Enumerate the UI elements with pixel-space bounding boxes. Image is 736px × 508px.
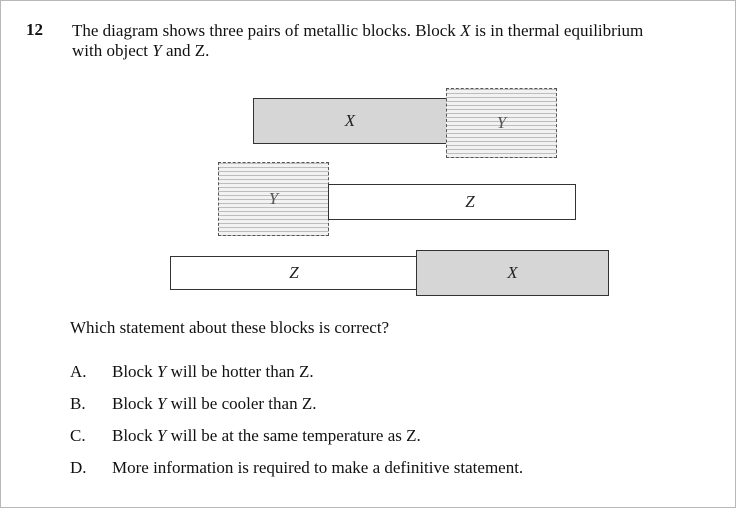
stem-text: with object [72,41,153,60]
option-var: Y [156,394,167,413]
block-x-pair1: X [253,98,447,144]
block-z-pair2: Z [328,184,576,220]
block-label: Z [289,263,299,282]
option-a[interactable]: A. Block Y will be hotter than Z. [70,362,314,382]
block-label: Z [465,192,475,211]
option-b[interactable]: B. Block Y will be cooler than Z. [70,394,316,414]
stem-line-2: with object Y and Z. [72,41,712,61]
option-letter: C. [70,426,86,445]
block-z-pair3: Z [170,256,418,290]
stem-text: and Z. [161,41,210,60]
option-var: Y [156,426,167,445]
stem-var-y: Y [152,41,162,60]
block-y-pair2: Y [218,162,329,236]
block-label: Y [496,113,507,132]
option-text: More information is required to make a d… [112,458,524,477]
block-label: X [507,263,518,282]
option-letter: D. [70,458,87,477]
block-x-pair3: X [416,250,609,296]
option-text: will be at the same temperature as Z. [166,426,421,445]
question-stem: The diagram shows three pairs of metalli… [72,21,712,61]
block-y-pair1: Y [446,88,557,158]
stem-var-x: X [460,21,471,40]
option-c[interactable]: C. Block Y will be at the same temperatur… [70,426,421,446]
block-label: X [344,111,356,130]
stem-text: is in thermal equilibrium [470,21,644,40]
option-text: will be cooler than Z. [166,394,317,413]
option-text: Block [112,394,157,413]
option-var: Y [156,362,167,381]
question-number: 12 [26,20,43,39]
stem-text: The diagram shows three pairs of metalli… [72,21,461,40]
option-letter: A. [70,362,87,381]
option-d[interactable]: D. More information is required to make a… [70,458,523,478]
option-text: Block [112,426,157,445]
option-text: will be hotter than Z. [166,362,314,381]
block-label: Y [268,189,279,208]
option-letter: B. [70,394,86,413]
option-text: Block [112,362,157,381]
stem-line-1: The diagram shows three pairs of metalli… [72,21,712,41]
question-prompt: Which statement about these blocks is co… [70,318,390,337]
